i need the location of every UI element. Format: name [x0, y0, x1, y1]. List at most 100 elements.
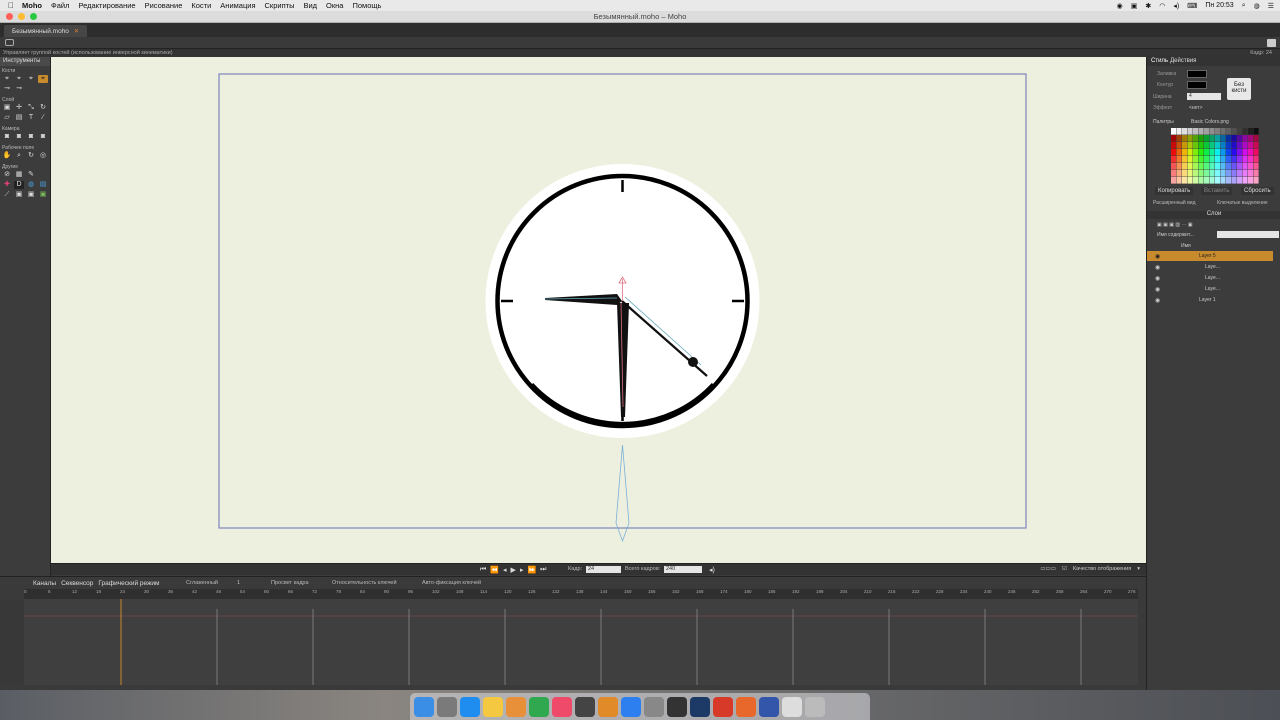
palette-swatch[interactable] — [1220, 163, 1226, 170]
panel-toggle-button[interactable] — [1267, 39, 1276, 47]
interpolation-select[interactable]: Сглаженный — [186, 580, 218, 586]
roll-camera-icon[interactable]: ◙ — [26, 133, 36, 141]
palette-swatch[interactable] — [1231, 128, 1237, 135]
palette-swatch[interactable] — [1182, 170, 1188, 177]
palette-swatch[interactable] — [1226, 128, 1232, 135]
stroke-swatch[interactable] — [1187, 81, 1207, 89]
set-origin-tool-icon[interactable]: ▣ — [2, 104, 12, 112]
palette-swatch[interactable] — [1220, 177, 1226, 184]
eye-icon[interactable]: ◉ — [1155, 264, 1160, 271]
curvature-tool-icon[interactable]: ⟋ — [2, 191, 12, 199]
keyboard-icon[interactable]: ⌨ — [1187, 2, 1197, 10]
no-brush-button[interactable]: Без кисти — [1227, 78, 1251, 100]
layer-toolbar-icons[interactable]: ▣ ▣ ▣ ▥ ⋯ ▣ — [1157, 222, 1193, 228]
notes-icon[interactable] — [483, 696, 503, 717]
palette-swatch[interactable] — [1209, 135, 1215, 142]
palette-swatch[interactable] — [1237, 149, 1243, 156]
palette-swatch[interactable] — [1209, 163, 1215, 170]
step-back-icon[interactable]: ◂ — [503, 566, 507, 574]
palette-swatch[interactable] — [1193, 177, 1199, 184]
step-forward-icon[interactable]: ▸ — [520, 566, 524, 574]
target-icon[interactable]: ✚ — [2, 181, 12, 189]
layer-row[interactable]: ◉ Laye... — [1147, 262, 1273, 272]
relative-keys-checkbox[interactable]: Относительность ключей — [332, 580, 397, 586]
menu-bones[interactable]: Кости — [191, 1, 211, 10]
palette-swatch[interactable] — [1171, 149, 1177, 156]
chrome-icon[interactable] — [529, 696, 549, 717]
palette-swatch[interactable] — [1182, 177, 1188, 184]
palette-swatch[interactable] — [1215, 135, 1221, 142]
palette-swatch[interactable] — [1209, 156, 1215, 163]
display-icon[interactable]: ▣ — [1131, 2, 1138, 10]
palette-swatch[interactable] — [1237, 128, 1243, 135]
palette-swatch[interactable] — [1209, 170, 1215, 177]
launchpad-icon[interactable] — [437, 696, 457, 717]
palette-swatch[interactable] — [1215, 142, 1221, 149]
interp-value[interactable]: 1 — [237, 580, 240, 586]
onion-skin-select[interactable]: Просвет кадра — [271, 580, 309, 586]
copy-button[interactable]: Копировать — [1155, 187, 1194, 195]
select-fill-checkbox[interactable]: Ключатые выделение — [1217, 200, 1268, 206]
palette-swatch[interactable] — [1248, 128, 1254, 135]
palette-swatch[interactable] — [1187, 149, 1193, 156]
palette-swatch[interactable] — [1176, 149, 1182, 156]
scale-layer-tool-icon[interactable]: ⤡ — [26, 104, 36, 112]
palette-swatch[interactable] — [1198, 128, 1204, 135]
palette-swatch[interactable] — [1176, 163, 1182, 170]
volume-icon[interactable]: ◂) — [709, 566, 715, 574]
menu-animation[interactable]: Анимация — [220, 1, 255, 10]
palette-swatch[interactable] — [1193, 156, 1199, 163]
palette-swatch[interactable] — [1253, 163, 1259, 170]
palette-swatch[interactable] — [1171, 156, 1177, 163]
pan-camera-icon[interactable]: ◙ — [38, 133, 48, 141]
palette-swatch[interactable] — [1209, 149, 1215, 156]
appstore-icon[interactable] — [621, 696, 641, 717]
eye-icon[interactable]: ◉ — [1155, 275, 1160, 282]
quality-label[interactable]: Качество отображения — [1073, 566, 1131, 572]
palette-swatch[interactable] — [1204, 135, 1210, 142]
palette-swatch[interactable] — [1193, 149, 1199, 156]
palette-swatch[interactable] — [1187, 142, 1193, 149]
doc-tab[interactable]: Безымянный.moho ✕ — [4, 25, 88, 37]
palette-swatch[interactable] — [1226, 156, 1232, 163]
layer-row[interactable]: ◉ Laye... — [1147, 273, 1273, 283]
settings-icon[interactable] — [644, 696, 664, 717]
orbit-workspace-icon[interactable]: ◎ — [38, 152, 48, 160]
manipulate-bones-tool-icon[interactable]: ⌖ — [38, 75, 48, 83]
layer-filter-select[interactable]: Имя содержит... — [1157, 232, 1194, 238]
palette-swatch[interactable] — [1226, 149, 1232, 156]
palette-swatch[interactable] — [1253, 170, 1259, 177]
moho-icon[interactable] — [736, 696, 756, 717]
palette-swatch[interactable] — [1237, 177, 1243, 184]
eye-icon[interactable]: ◉ — [1155, 253, 1160, 260]
tab-channels[interactable]: Каналы — [33, 580, 56, 587]
globe-tool-icon[interactable]: ◍ — [26, 181, 36, 189]
palette-swatch[interactable] — [1248, 170, 1254, 177]
palette-swatch[interactable] — [1215, 128, 1221, 135]
palette-swatch[interactable] — [1242, 177, 1248, 184]
palette-swatch[interactable] — [1193, 142, 1199, 149]
palette-swatch[interactable] — [1231, 135, 1237, 142]
palette-swatch[interactable] — [1242, 135, 1248, 142]
palette-swatch[interactable] — [1220, 142, 1226, 149]
palette-swatch[interactable] — [1209, 128, 1215, 135]
timeline-ruler[interactable]: 0 6 12 18 24 30 36 42 48 54 60 66 72 78 84 90 96 102 108 11… — [24, 589, 1138, 599]
menu-scripts[interactable]: Скрипты — [265, 1, 295, 10]
palette-swatch[interactable] — [1242, 170, 1248, 177]
zoom-camera-icon[interactable]: ◙ — [14, 133, 24, 141]
finder-icon[interactable] — [414, 696, 434, 717]
lock-tool-icon[interactable]: ▣ — [38, 191, 48, 199]
close-tab-icon[interactable]: ✕ — [74, 28, 79, 35]
rotate-layer-tool-icon[interactable]: ↻ — [38, 104, 48, 112]
palette-swatch[interactable] — [1248, 149, 1254, 156]
insert-image-icon[interactable]: ▦ — [14, 171, 24, 179]
timeline-tracks[interactable] — [24, 599, 1138, 685]
palette-swatch[interactable] — [1220, 170, 1226, 177]
palette-swatch[interactable] — [1220, 128, 1226, 135]
palette-swatch[interactable] — [1215, 177, 1221, 184]
palette-select[interactable]: Basic Colors.png — [1191, 119, 1229, 125]
palette-swatch[interactable] — [1193, 128, 1199, 135]
palette-swatch[interactable] — [1253, 128, 1259, 135]
tab-graph-mode[interactable]: Графический режим — [98, 580, 159, 587]
prev-key-icon[interactable]: ⏪ — [490, 566, 499, 574]
